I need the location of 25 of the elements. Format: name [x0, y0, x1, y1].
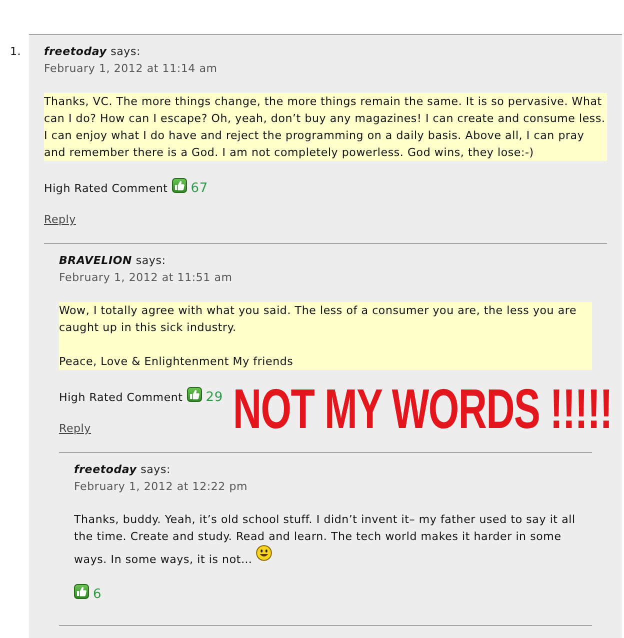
comment-text: Peace, Love & Enlightenment My friends [59, 355, 294, 368]
reply-link[interactable]: Reply [59, 422, 91, 435]
vote-count: 67 [190, 181, 208, 196]
comment-author: BRAVELION [59, 254, 132, 267]
comment-author: freetoday [74, 463, 137, 476]
rating-label: High Rated Comment [59, 391, 183, 404]
comment-text: Wow, I totally agree with what you said. The less of a consumer you are, the less you are caught up in this sick industry. [59, 304, 577, 334]
says-label: says: [136, 254, 166, 267]
thumbs-up-icon[interactable] [186, 387, 202, 402]
vote-count: 29 [206, 390, 223, 405]
comment-date[interactable]: February 1, 2012 at 12:22 pm [74, 480, 248, 493]
thumbs-up-icon[interactable] [74, 584, 89, 599]
reply-link[interactable]: Reply [44, 213, 76, 226]
comment-date[interactable]: February 1, 2012 at 11:51 am [59, 271, 232, 284]
comment-author: freetoday [44, 45, 107, 58]
thumbs-up-icon[interactable] [172, 178, 187, 193]
vote-count: 6 [93, 587, 102, 602]
comment-text: Thanks, VC. The more things change, the more things remain the same. It is so pervasive. What can I do? How can I escape? Oh, yeah, don’t buy any magazines! I can create and consume less. I can enjoy what I do have and reject the programming on a daily basis. Above all, I can pray and remember there is a God. I am not completely powerless. God wins, they lose:-) [44, 95, 606, 159]
comment-number: 1. [10, 44, 22, 60]
comment-text: Thanks, buddy. Yeah, it’s old school stuff. I didn’t invent it– my father used to say it all the time. Create and study. Read and learn. The tech world makes it harder in some ways. In some ways, it is not… [74, 513, 576, 566]
comment-date[interactable]: February 1, 2012 at 11:14 am [44, 62, 218, 75]
says-label: says: [140, 463, 170, 476]
says-label: says: [110, 45, 140, 58]
rating-label: High Rated Comment [44, 182, 168, 195]
annotation-text: NOT MY WORDS !!!!! [233, 388, 612, 430]
